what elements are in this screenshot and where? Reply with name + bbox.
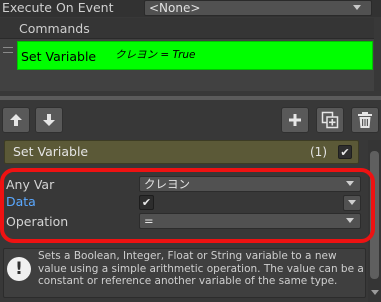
execute-on-event-label: Execute On Event [2, 0, 114, 15]
help-box: ! Sets a Boolean, Integer, Float or Stri… [3, 248, 366, 298]
duplicate-icon [321, 111, 339, 129]
arrow-up-icon [10, 114, 22, 126]
drag-handle-icon[interactable] [3, 47, 13, 53]
delete-command-button[interactable] [351, 107, 379, 133]
command-name: Set Variable [21, 49, 97, 64]
arrow-down-icon [43, 114, 55, 126]
command-panel-title: Set Variable [13, 144, 89, 159]
command-summary: クレヨン = True [115, 49, 196, 61]
add-command-button[interactable] [281, 107, 309, 133]
panel-splitter[interactable] [0, 96, 381, 100]
commands-header-label: Commands [19, 21, 90, 36]
list-item[interactable]: Set Variable クレヨン = True [17, 41, 373, 70]
scroll-down-icon[interactable] [371, 290, 379, 295]
help-text: Sets a Boolean, Integer, Float or String… [38, 250, 364, 287]
command-index: (1) [310, 145, 327, 159]
highlight-box [0, 168, 375, 243]
duplicate-command-button[interactable] [316, 107, 344, 133]
info-icon: ! [7, 257, 31, 281]
command-enabled-checkbox[interactable]: ✔ [338, 145, 352, 159]
commands-list-header: Commands [0, 18, 374, 39]
execute-on-event-value: <None> [149, 1, 201, 15]
move-up-button[interactable] [2, 107, 30, 133]
command-panel-header[interactable]: Set Variable (1) ✔ [4, 140, 359, 164]
move-down-button[interactable] [35, 107, 63, 133]
execute-on-event-dropdown[interactable]: <None> [144, 0, 372, 16]
chevron-down-icon [353, 5, 361, 10]
plus-icon [289, 114, 301, 126]
trash-icon [358, 112, 372, 128]
